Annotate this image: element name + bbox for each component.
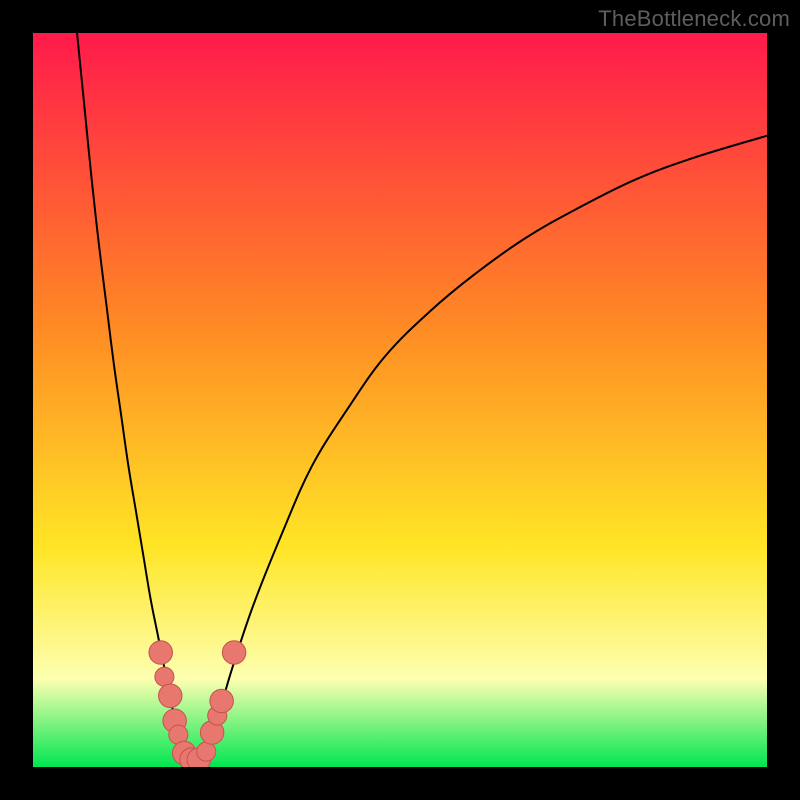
data-marker [222,641,245,664]
attribution-label: TheBottleneck.com [598,6,790,32]
data-marker [210,689,233,712]
data-marker [197,742,216,761]
plot-area [33,33,767,767]
bottleneck-curve [77,33,767,765]
chart-svg [33,33,767,767]
data-marker [159,684,182,707]
data-marker [149,641,172,664]
data-marker [155,667,174,686]
chart-frame: TheBottleneck.com [0,0,800,800]
